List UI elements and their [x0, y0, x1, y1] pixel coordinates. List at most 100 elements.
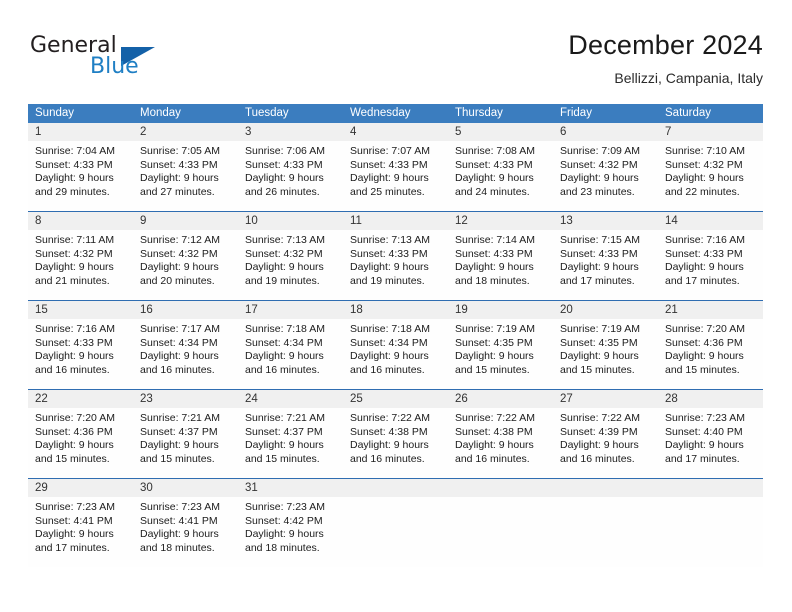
day-cell[interactable]: 10 Sunrise: 7:13 AM Sunset: 4:32 PM Dayl…	[238, 212, 343, 300]
day-number: 19	[448, 301, 553, 319]
day-details: Sunrise: 7:22 AM Sunset: 4:38 PM Dayligh…	[448, 408, 553, 478]
day-details: Sunrise: 7:18 AM Sunset: 4:34 PM Dayligh…	[343, 319, 448, 389]
day-cell[interactable]: 9 Sunrise: 7:12 AM Sunset: 4:32 PM Dayli…	[133, 212, 238, 300]
day-cell[interactable]: 30 Sunrise: 7:23 AM Sunset: 4:41 PM Dayl…	[133, 479, 238, 567]
day-number: 27	[553, 390, 658, 408]
day-details: Sunrise: 7:21 AM Sunset: 4:37 PM Dayligh…	[133, 408, 238, 478]
day-cell[interactable]: 12 Sunrise: 7:14 AM Sunset: 4:33 PM Dayl…	[448, 212, 553, 300]
week-row: 29 Sunrise: 7:23 AM Sunset: 4:41 PM Dayl…	[28, 478, 763, 567]
day-cell-empty	[658, 479, 763, 567]
day-number: 2	[133, 123, 238, 141]
day-cell[interactable]: 26 Sunrise: 7:22 AM Sunset: 4:38 PM Dayl…	[448, 390, 553, 478]
sunrise-text: Sunrise: 7:23 AM	[245, 501, 325, 513]
day-cell[interactable]: 17 Sunrise: 7:18 AM Sunset: 4:34 PM Dayl…	[238, 301, 343, 389]
day-details: Sunrise: 7:16 AM Sunset: 4:33 PM Dayligh…	[28, 319, 133, 389]
day-number: 17	[238, 301, 343, 319]
day-cell[interactable]: 16 Sunrise: 7:17 AM Sunset: 4:34 PM Dayl…	[133, 301, 238, 389]
daylight-text-line1: Daylight: 9 hours	[140, 261, 219, 274]
daylight-text-line1: Daylight: 9 hours	[35, 350, 114, 363]
sunset-text: Sunset: 4:33 PM	[665, 247, 743, 260]
sunset-text: Sunset: 4:33 PM	[455, 247, 533, 260]
day-cell[interactable]: 8 Sunrise: 7:11 AM Sunset: 4:32 PM Dayli…	[28, 212, 133, 300]
day-cell[interactable]: 28 Sunrise: 7:23 AM Sunset: 4:40 PM Dayl…	[658, 390, 763, 478]
sunset-text: Sunset: 4:37 PM	[140, 425, 218, 438]
sunrise-text: Sunrise: 7:09 AM	[560, 145, 640, 157]
day-cell[interactable]: 20 Sunrise: 7:19 AM Sunset: 4:35 PM Dayl…	[553, 301, 658, 389]
sunset-text: Sunset: 4:42 PM	[245, 514, 323, 527]
general-blue-logo[interactable]: General Blue	[28, 33, 158, 85]
day-cell-empty	[448, 479, 553, 567]
daylight-text-line2: and 18 minutes.	[455, 274, 530, 287]
day-cell[interactable]: 31 Sunrise: 7:23 AM Sunset: 4:42 PM Dayl…	[238, 479, 343, 567]
day-cell[interactable]: 14 Sunrise: 7:16 AM Sunset: 4:33 PM Dayl…	[658, 212, 763, 300]
day-cell[interactable]: 5 Sunrise: 7:08 AM Sunset: 4:33 PM Dayli…	[448, 123, 553, 211]
daylight-text-line1: Daylight: 9 hours	[245, 261, 324, 274]
day-number: 18	[343, 301, 448, 319]
sunset-text: Sunset: 4:34 PM	[350, 336, 428, 349]
sunrise-text: Sunrise: 7:13 AM	[245, 234, 325, 246]
day-cell[interactable]: 27 Sunrise: 7:22 AM Sunset: 4:39 PM Dayl…	[553, 390, 658, 478]
day-details: Sunrise: 7:23 AM Sunset: 4:41 PM Dayligh…	[28, 497, 133, 567]
daylight-text-line2: and 25 minutes.	[350, 185, 425, 198]
daylight-text-line2: and 15 minutes.	[140, 452, 215, 465]
weekday-header-saturday: Saturday	[665, 107, 712, 119]
day-cell[interactable]: 11 Sunrise: 7:13 AM Sunset: 4:33 PM Dayl…	[343, 212, 448, 300]
day-cell[interactable]: 19 Sunrise: 7:19 AM Sunset: 4:35 PM Dayl…	[448, 301, 553, 389]
weekday-header-thursday: Thursday	[455, 107, 503, 119]
daylight-text-line1: Daylight: 9 hours	[350, 261, 429, 274]
day-cell[interactable]: 7 Sunrise: 7:10 AM Sunset: 4:32 PM Dayli…	[658, 123, 763, 211]
daylight-text-line2: and 16 minutes.	[245, 363, 320, 376]
sunset-text: Sunset: 4:38 PM	[455, 425, 533, 438]
day-cell[interactable]: 4 Sunrise: 7:07 AM Sunset: 4:33 PM Dayli…	[343, 123, 448, 211]
daylight-text-line1: Daylight: 9 hours	[455, 172, 534, 185]
daylight-text-line2: and 16 minutes.	[35, 363, 110, 376]
day-number: 20	[553, 301, 658, 319]
sunrise-text: Sunrise: 7:23 AM	[35, 501, 115, 513]
sunset-text: Sunset: 4:36 PM	[35, 425, 113, 438]
daylight-text-line2: and 18 minutes.	[140, 541, 215, 554]
daylight-text-line1: Daylight: 9 hours	[665, 350, 744, 363]
daylight-text-line1: Daylight: 9 hours	[245, 439, 324, 452]
day-number: 15	[28, 301, 133, 319]
logo-text-blue: Blue	[90, 54, 139, 79]
day-cell[interactable]: 22 Sunrise: 7:20 AM Sunset: 4:36 PM Dayl…	[28, 390, 133, 478]
daylight-text-line2: and 19 minutes.	[245, 274, 320, 287]
day-cell[interactable]: 15 Sunrise: 7:16 AM Sunset: 4:33 PM Dayl…	[28, 301, 133, 389]
day-details: Sunrise: 7:21 AM Sunset: 4:37 PM Dayligh…	[238, 408, 343, 478]
day-number: 7	[658, 123, 763, 141]
day-cell[interactable]: 25 Sunrise: 7:22 AM Sunset: 4:38 PM Dayl…	[343, 390, 448, 478]
day-details	[553, 497, 658, 567]
day-cell[interactable]: 21 Sunrise: 7:20 AM Sunset: 4:36 PM Dayl…	[658, 301, 763, 389]
day-number: 9	[133, 212, 238, 230]
daylight-text-line2: and 19 minutes.	[350, 274, 425, 287]
week-row: 22 Sunrise: 7:20 AM Sunset: 4:36 PM Dayl…	[28, 389, 763, 478]
day-details: Sunrise: 7:13 AM Sunset: 4:32 PM Dayligh…	[238, 230, 343, 300]
sunrise-text: Sunrise: 7:23 AM	[140, 501, 220, 513]
day-details	[658, 497, 763, 567]
page-header: General Blue December 2024 Bellizzi, Cam…	[28, 28, 763, 94]
sunrise-text: Sunrise: 7:07 AM	[350, 145, 430, 157]
day-cell[interactable]: 3 Sunrise: 7:06 AM Sunset: 4:33 PM Dayli…	[238, 123, 343, 211]
day-cell[interactable]: 13 Sunrise: 7:15 AM Sunset: 4:33 PM Dayl…	[553, 212, 658, 300]
sunset-text: Sunset: 4:33 PM	[455, 158, 533, 171]
day-cell[interactable]: 2 Sunrise: 7:05 AM Sunset: 4:33 PM Dayli…	[133, 123, 238, 211]
day-cell[interactable]: 29 Sunrise: 7:23 AM Sunset: 4:41 PM Dayl…	[28, 479, 133, 567]
day-number: 6	[553, 123, 658, 141]
sunrise-text: Sunrise: 7:22 AM	[455, 412, 535, 424]
day-details: Sunrise: 7:14 AM Sunset: 4:33 PM Dayligh…	[448, 230, 553, 300]
daylight-text-line1: Daylight: 9 hours	[140, 528, 219, 541]
daylight-text-line1: Daylight: 9 hours	[245, 528, 324, 541]
day-number: 5	[448, 123, 553, 141]
day-cell[interactable]: 24 Sunrise: 7:21 AM Sunset: 4:37 PM Dayl…	[238, 390, 343, 478]
day-details: Sunrise: 7:19 AM Sunset: 4:35 PM Dayligh…	[553, 319, 658, 389]
day-cell[interactable]: 23 Sunrise: 7:21 AM Sunset: 4:37 PM Dayl…	[133, 390, 238, 478]
day-cell[interactable]: 1 Sunrise: 7:04 AM Sunset: 4:33 PM Dayli…	[28, 123, 133, 211]
day-details: Sunrise: 7:07 AM Sunset: 4:33 PM Dayligh…	[343, 141, 448, 211]
day-details: Sunrise: 7:18 AM Sunset: 4:34 PM Dayligh…	[238, 319, 343, 389]
sunset-text: Sunset: 4:32 PM	[665, 158, 743, 171]
sunrise-text: Sunrise: 7:19 AM	[560, 323, 640, 335]
day-cell[interactable]: 6 Sunrise: 7:09 AM Sunset: 4:32 PM Dayli…	[553, 123, 658, 211]
daylight-text-line1: Daylight: 9 hours	[560, 439, 639, 452]
day-cell[interactable]: 18 Sunrise: 7:18 AM Sunset: 4:34 PM Dayl…	[343, 301, 448, 389]
day-number: 11	[343, 212, 448, 230]
